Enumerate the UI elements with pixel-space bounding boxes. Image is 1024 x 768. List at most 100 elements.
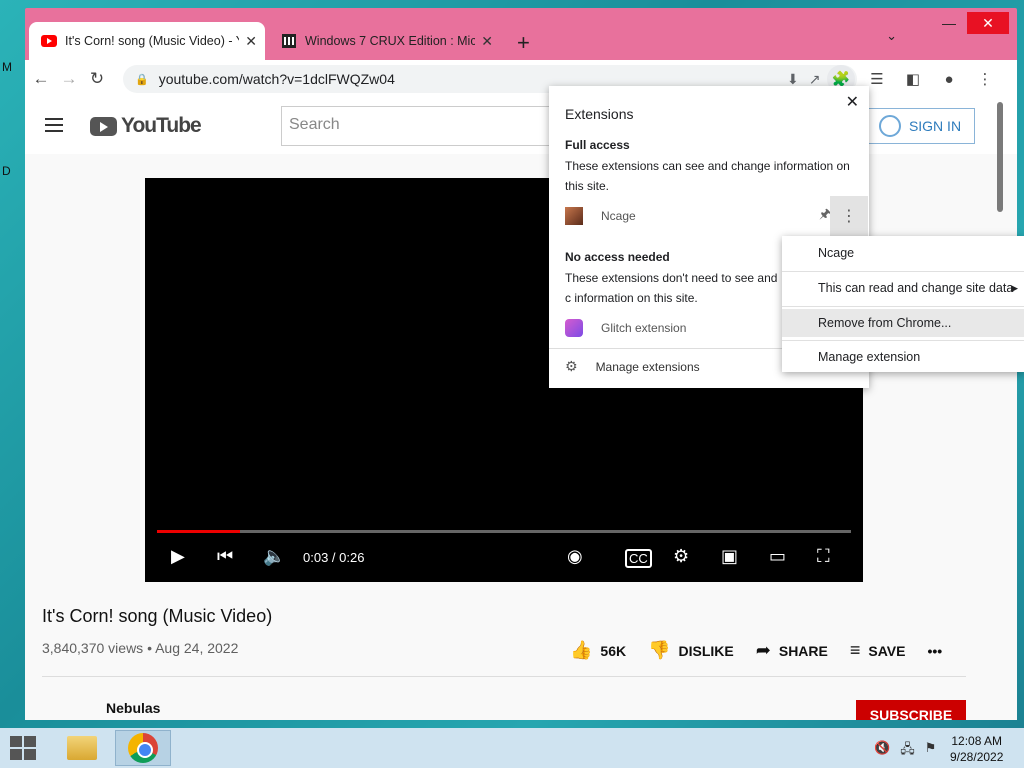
context-item-site-access[interactable]: This can read and change site data ▶ [782,274,1024,302]
window-controls: — ✕ [931,12,1009,34]
folder-icon [67,736,97,760]
account-icon [878,115,901,137]
back-arrow-icon[interactable]: ← [27,65,55,93]
action-center-icon[interactable]: ⚑ [925,740,937,762]
extension-name: Ncage [601,209,636,223]
settings-gear-icon[interactable]: ⚙ [673,546,689,567]
sign-in-label: SIGN IN [908,118,962,134]
tab-youtube[interactable]: It's Corn! song (Music Video) - Yo ✕ [29,22,265,60]
close-icon[interactable]: ✕ [846,92,859,112]
forward-arrow-icon[interactable]: → [55,65,83,93]
previous-icon[interactable]: ⏮ [217,546,233,567]
player-controls: ▶ ⏮ 🔈 0:03 / 0:26 ◉ CC ⚙ ▣ ▭ ⛶ [145,546,863,570]
share-icon[interactable]: ↗ [809,71,821,88]
profile-avatar-icon[interactable]: ● [935,65,963,93]
clock[interactable]: 12:08 AM 9/28/2022 [950,733,1003,765]
video-meta: 3,840,370 views • Aug 24, 2022 [42,640,239,656]
tab-title: Windows 7 CRUX Edition : Micro [305,34,476,48]
manage-extensions-label: Manage extensions [595,359,700,374]
miniplayer-icon[interactable]: ▣ [721,546,738,567]
fullscreen-icon[interactable]: ⛶ [817,546,830,567]
like-count: 56K [600,642,627,659]
context-separator [782,340,1024,341]
taskbar-chrome[interactable] [115,730,171,766]
context-item-ncage[interactable]: Ncage [782,239,1024,267]
tab-strip: It's Corn! song (Music Video) - Yo ✕ Win… [25,22,885,60]
like-button[interactable]: 👍 56K [570,640,626,661]
archive-favicon-icon [282,34,296,48]
dislike-label: DISLIKE [678,642,734,659]
tab-title: It's Corn! song (Music Video) - Yo [65,34,240,48]
no-access-heading: No access needed [565,250,670,264]
submenu-arrow-icon: ▶ [1011,282,1018,293]
share-arrow-icon: ➦ [755,640,771,660]
more-actions-button[interactable]: ••• [927,640,942,661]
extension-more-options-icon[interactable]: ⋮ [830,196,868,236]
clock-time: 12:08 AM [951,734,1003,748]
no-access-description: These extensions don't need to see and c… [565,271,778,305]
minimize-button[interactable]: — [931,12,967,34]
ncage-extension-icon [565,207,583,225]
new-tab-button[interactable]: + [517,30,530,56]
site-access-label: This can read and change site data [818,281,1014,295]
clock-date: 9/28/2022 [950,750,1004,764]
play-icon[interactable]: ▶ [171,546,185,567]
start-windows-icon[interactable] [10,736,38,760]
volume-muted-icon[interactable]: 🔇 [874,740,890,762]
dislike-button[interactable]: 👎 DISLIKE [648,640,734,661]
extension-name: Glitch extension [601,321,687,335]
video-title: It's Corn! song (Music Video) [42,606,273,626]
save-label: SAVE [868,642,906,659]
chrome-icon [128,733,158,763]
taskbar-file-explorer[interactable] [54,730,110,766]
system-tray: 🔇 🖧 ⚑ [874,740,936,762]
context-item-remove[interactable]: Remove from Chrome... [782,309,1024,337]
chrome-menu-kebab-icon[interactable]: ⋮ [971,65,999,93]
context-separator [782,306,1024,307]
close-window-button[interactable]: ✕ [967,12,1009,34]
tab-search-chevron-icon[interactable]: ⌄ [886,28,897,44]
captions-icon[interactable]: CC [625,549,652,568]
search-input[interactable]: Search [281,106,551,146]
page-scrollbar[interactable] [997,102,1003,212]
taskbar: 🔇 🖧 ⚑ 12:08 AM 9/28/2022 [0,728,1024,768]
network-icon[interactable]: 🖧 [900,740,915,762]
extension-row-ncage[interactable]: Ncage 🖈 [565,202,853,230]
reload-icon[interactable]: ↻ [83,65,111,93]
install-icon[interactable]: ⬇ [787,71,799,88]
autoplay-toggle-icon[interactable]: ◉ [567,546,583,567]
tab-close-icon[interactable]: ✕ [245,33,257,50]
url-text: youtube.com/watch?v=1dclFWQZw04 [158,71,395,87]
desktop-letter-d: D [2,164,11,178]
channel-name[interactable]: Nebulas [106,700,160,716]
hamburger-menu-icon[interactable] [45,118,63,136]
extension-context-menu: Ncage This can read and change site data… [782,236,1024,372]
video-progress-fill [157,530,241,533]
add-to-playlist-icon: ≡ [849,640,861,660]
context-separator [782,271,1024,272]
theater-mode-icon[interactable]: ▭ [769,546,786,567]
youtube-play-logo-icon [90,116,117,136]
sign-in-button[interactable]: SIGN IN [865,108,975,144]
share-label: SHARE [778,642,828,659]
manage-extensions-link[interactable]: ⚙ Manage extensions [565,358,700,375]
glitch-extension-icon [565,319,583,337]
thumbs-up-icon: 👍 [570,640,593,660]
extensions-panel-title: Extensions [565,106,634,122]
tab-close-icon[interactable]: ✕ [481,33,493,50]
youtube-wordmark: YouTube [121,114,202,137]
context-item-manage[interactable]: Manage extension [782,343,1024,371]
full-access-description: These extensions can see and change info… [565,159,850,193]
time-display: 0:03 / 0:26 [303,550,365,565]
youtube-logo[interactable]: YouTube [90,114,202,138]
video-progress-bar[interactable] [157,530,851,533]
volume-icon[interactable]: 🔈 [263,546,285,567]
save-button[interactable]: ≡ SAVE [850,640,906,661]
share-button[interactable]: ➦ SHARE [756,640,828,661]
subscribe-button[interactable]: SUBSCRIBE [856,700,966,720]
full-access-heading: Full access [565,138,630,152]
gear-icon: ⚙ [565,358,578,374]
side-panel-icon[interactable]: ◧ [899,65,927,93]
youtube-favicon-icon [41,35,57,47]
tab-windows7[interactable]: Windows 7 CRUX Edition : Micro ✕ [269,22,501,60]
